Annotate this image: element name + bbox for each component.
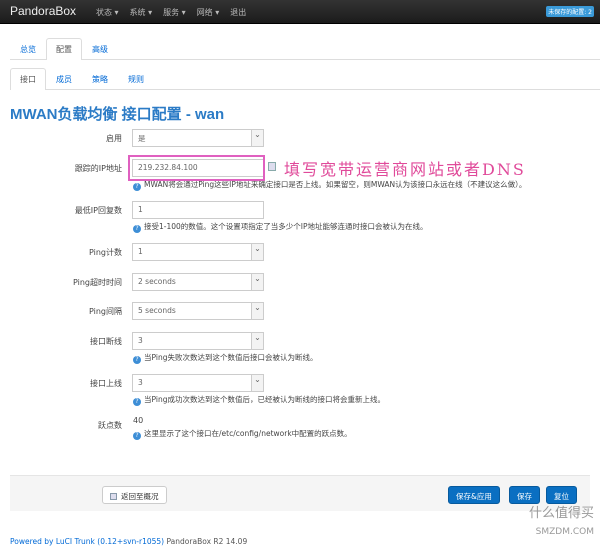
brand[interactable]: PandoraBox	[10, 4, 76, 18]
tab-advanced[interactable]: 高级	[82, 38, 118, 60]
help-text: 这里显示了这个接口在/etc/config/network中配置的跃点数。	[144, 429, 352, 438]
label-down: 接口断线	[90, 337, 122, 346]
action-bar: 返回至概况 保存&应用 保存 复位	[10, 475, 590, 511]
tab-policies[interactable]: 策略	[82, 68, 118, 90]
footer-version: PandoraBox R2 14.09	[166, 537, 248, 546]
label-interval: Ping间隔	[88, 307, 122, 316]
menu-system[interactable]: 系统 ▾	[130, 7, 153, 18]
unsaved-changes-badge[interactable]: 未保存的配置: 2	[546, 6, 594, 17]
label-reliability: 最低IP回复数	[74, 206, 122, 215]
navbar: PandoraBox 状态 ▾ 系统 ▾ 服务 ▾ 网络 ▾ 退出 未保存的配置…	[0, 0, 600, 24]
save-button[interactable]: 保存	[509, 486, 540, 504]
help-text: MWAN将会通过Ping这些IP地址来确定接口是否上线。如果留空，则MWAN认为…	[144, 180, 527, 189]
enable-select[interactable]: 是	[132, 129, 264, 147]
help-icon: ?	[133, 398, 141, 406]
help-text: 接受1-100的数值。这个设置项指定了当多少个IP地址能够连通时接口会被认为在线…	[144, 222, 428, 231]
luci-link[interactable]: Powered by LuCI Trunk (0.12+svn-r1055)	[10, 537, 164, 546]
tabs-main: 总览 配置 高级	[10, 38, 600, 60]
tab-interfaces[interactable]: 接口	[10, 68, 46, 90]
menu-network[interactable]: 网络 ▾	[197, 7, 220, 18]
help-text: 当Ping失败次数达到这个数值后接口会被认为断线。	[144, 353, 318, 362]
down-select[interactable]: 3	[132, 332, 264, 350]
watermark-site: SMZDM.COM	[535, 527, 594, 537]
menu-services[interactable]: 服务 ▾	[163, 7, 186, 18]
help-metric: ? 这里显示了这个接口在/etc/config/network中配置的跃点数。	[133, 428, 352, 440]
save-apply-button[interactable]: 保存&应用	[448, 486, 500, 504]
help-icon: ?	[133, 356, 141, 364]
help-text: 当Ping成功次数达到这个数值后，已经被认为断线的接口将会重新上线。	[144, 395, 385, 404]
tab-rules[interactable]: 规则	[118, 68, 154, 90]
label-timeout: Ping超时时间	[72, 278, 122, 287]
add-entry-icon[interactable]	[268, 162, 276, 171]
highlight-box	[128, 155, 265, 181]
tab-overview[interactable]: 总览	[10, 38, 46, 60]
metric-value: 40	[133, 416, 144, 425]
tab-config[interactable]: 配置	[46, 38, 82, 60]
footer: Powered by LuCI Trunk (0.12+svn-r1055) P…	[10, 537, 247, 546]
label-count: Ping计数	[88, 248, 122, 257]
reliability-input[interactable]: 1	[132, 201, 264, 219]
menu-status[interactable]: 状态 ▾	[96, 7, 119, 18]
page-title: MWAN负载均衡 接口配置 - wan	[10, 106, 225, 123]
help-up: ? 当Ping成功次数达到这个数值后，已经被认为断线的接口将会重新上线。	[133, 394, 385, 406]
tabs-sub: 接口 成员 策略 规则	[10, 68, 600, 90]
annotation-text: 填写宽带运营商网站或者DNS	[284, 160, 526, 179]
back-to-overview-button[interactable]: 返回至概况	[102, 486, 167, 504]
back-icon	[110, 493, 117, 500]
menu-logout[interactable]: 退出	[230, 7, 246, 18]
label-track-ip: 跟踪的IP地址	[74, 164, 122, 173]
count-select[interactable]: 1	[132, 243, 264, 261]
label-metric: 跃点数	[98, 421, 122, 430]
help-down: ? 当Ping失败次数达到这个数值后接口会被认为断线。	[133, 352, 317, 364]
label-up: 接口上线	[90, 379, 122, 388]
label-enable: 启用	[106, 134, 122, 143]
help-icon: ?	[133, 183, 141, 191]
up-select[interactable]: 3	[132, 374, 264, 392]
back-label: 返回至概况	[121, 492, 159, 501]
help-icon: ?	[133, 225, 141, 233]
reset-button[interactable]: 复位	[546, 486, 577, 504]
tab-members[interactable]: 成员	[46, 68, 82, 90]
help-icon: ?	[133, 432, 141, 440]
interval-select[interactable]: 5 seconds	[132, 302, 264, 320]
help-reliability: ? 接受1-100的数值。这个设置项指定了当多少个IP地址能够连通时接口会被认为在…	[133, 221, 428, 233]
watermark-text: 什么值得买	[528, 506, 594, 521]
timeout-select[interactable]: 2 seconds	[132, 273, 264, 291]
main-menu: 状态 ▾ 系统 ▾ 服务 ▾ 网络 ▾ 退出	[96, 7, 246, 18]
watermark: 什么值得买 SMZDM.COM	[529, 505, 594, 541]
